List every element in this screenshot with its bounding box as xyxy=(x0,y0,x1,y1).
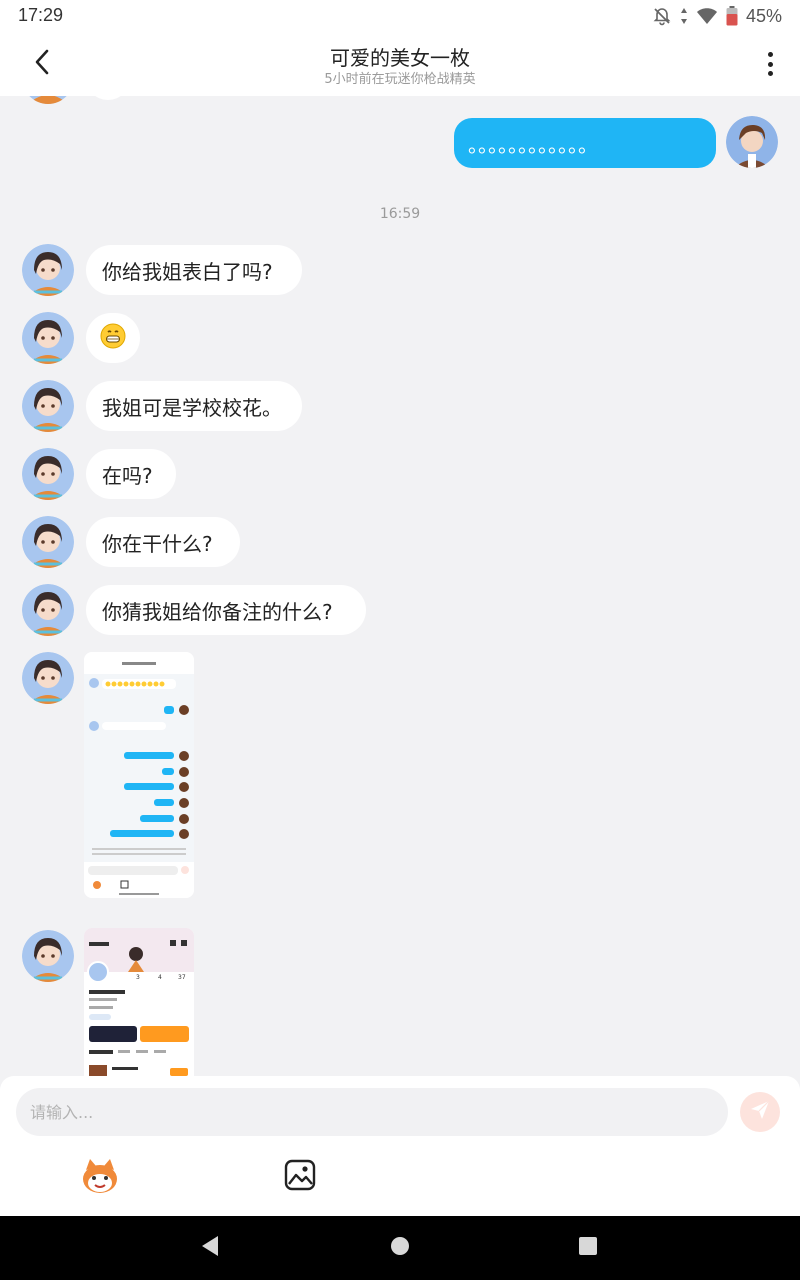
data-arrows-icon xyxy=(680,7,688,25)
chat-header: 可爱的美女一枚 5小时前在玩迷你枪战精英 xyxy=(0,32,800,96)
avatar-girl[interactable] xyxy=(22,652,74,704)
more-dot xyxy=(767,52,773,57)
avatar-self[interactable] xyxy=(726,116,778,168)
svg-text:3: 3 xyxy=(136,974,140,981)
triangle-back-icon xyxy=(200,1235,220,1261)
notifications-off-icon xyxy=(652,6,672,26)
more-dot xyxy=(767,61,773,67)
more-dot xyxy=(767,71,773,76)
message-text: 你给我姐表白了吗? xyxy=(102,259,273,284)
avatar-girl[interactable] xyxy=(22,516,74,568)
message-text: 我姐可是学校校花。 xyxy=(102,395,282,420)
avatar-girl[interactable] xyxy=(22,930,74,982)
chat-subtitle: 5小时前在玩迷你枪战精英 xyxy=(324,72,476,87)
input-panel xyxy=(0,1076,800,1216)
mascot-emoji-icon xyxy=(80,1159,120,1200)
self-message-bubble[interactable]: 。。。。。。。。。。。。 xyxy=(454,118,716,168)
incoming-message-bubble[interactable]: 你在干什么? xyxy=(86,517,240,567)
emoji-sticker-button[interactable] xyxy=(80,1156,120,1196)
avatar-girl[interactable] xyxy=(22,584,74,636)
image-message-profile-screenshot[interactable]: 3 4 37 xyxy=(84,928,194,1076)
avatar-girl[interactable] xyxy=(22,96,74,104)
incoming-message-bubble[interactable] xyxy=(86,313,140,363)
chat-messages[interactable]: 。。。。。。。。。。。。 16:59 你给我姐表白了吗? 我姐可是学校校花。 在… xyxy=(0,96,800,1076)
status-icons: 45% xyxy=(652,4,782,28)
nav-home-button[interactable] xyxy=(380,1228,420,1268)
message-bubble-clipped[interactable] xyxy=(86,96,130,100)
nav-recents-button[interactable] xyxy=(568,1228,608,1268)
message-text: 你猜我姐给你备注的什么? xyxy=(102,599,333,624)
send-button[interactable] xyxy=(740,1092,780,1132)
incoming-message-bubble[interactable]: 你给我姐表白了吗? xyxy=(86,245,302,295)
circle-home-icon xyxy=(390,1236,410,1260)
incoming-message-bubble[interactable]: 在吗? xyxy=(86,449,176,499)
status-time: 17:29 xyxy=(18,5,64,25)
incoming-message-bubble[interactable]: 你猜我姐给你备注的什么? xyxy=(86,585,366,635)
image-icon xyxy=(283,1159,317,1196)
send-icon xyxy=(749,1099,771,1125)
battery-percent: 45% xyxy=(745,5,782,26)
grin-emoji-icon xyxy=(100,323,126,354)
incoming-message-bubble[interactable]: 我姐可是学校校花。 xyxy=(86,381,302,431)
message-input[interactable] xyxy=(16,1088,728,1136)
message-text: 你在干什么? xyxy=(102,531,213,556)
avatar-girl[interactable] xyxy=(22,312,74,364)
message-text: 在吗? xyxy=(102,463,153,488)
avatar-girl[interactable] xyxy=(22,448,74,500)
image-message-chat-screenshot[interactable] xyxy=(84,652,194,898)
self-message-text: 。。。。。。。。。。。。 xyxy=(468,132,598,157)
avatar-girl[interactable] xyxy=(22,380,74,432)
status-bar: 17:29 45% xyxy=(0,0,800,32)
avatar-girl[interactable] xyxy=(22,244,74,296)
wifi-icon xyxy=(696,7,718,25)
system-navigation-bar xyxy=(0,1216,800,1280)
nav-back-button[interactable] xyxy=(190,1228,230,1268)
svg-text:4: 4 xyxy=(158,974,162,981)
image-picker-button[interactable] xyxy=(283,1158,317,1192)
more-options-button[interactable] xyxy=(760,48,780,80)
chat-title: 可爱的美女一枚 xyxy=(330,46,470,70)
battery-icon xyxy=(726,6,738,26)
time-separator: 16:59 xyxy=(379,206,421,222)
square-recents-icon xyxy=(578,1236,598,1260)
svg-text:37: 37 xyxy=(178,974,186,981)
